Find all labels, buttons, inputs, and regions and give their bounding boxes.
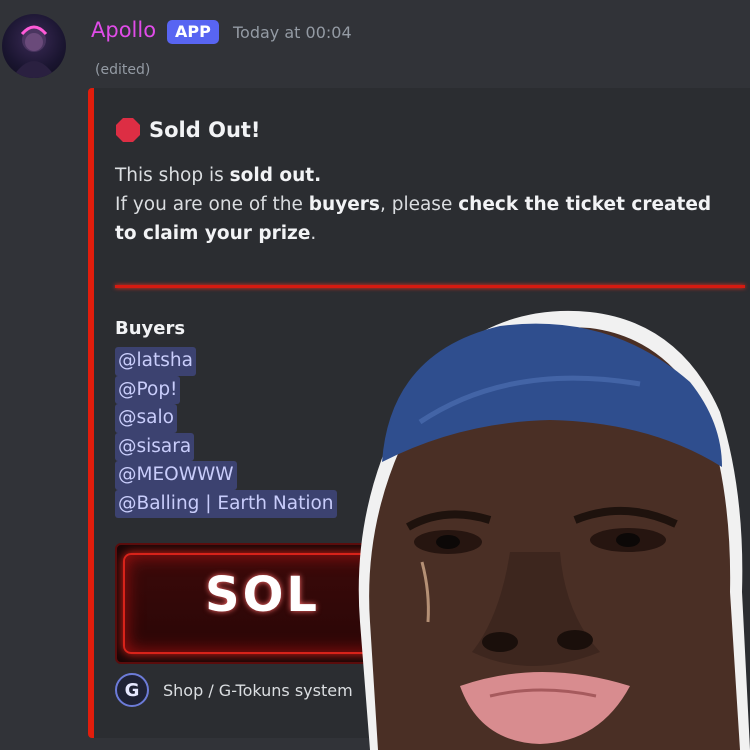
- user-mention[interactable]: @salo: [115, 404, 177, 433]
- shop-logo-icon: G: [115, 673, 149, 707]
- user-mention[interactable]: @MEOWWW: [115, 461, 237, 490]
- desc-text: .: [310, 223, 317, 244]
- buyers-list: @latsha @Pop! @salo @sisara @MEOWWW @Bal…: [115, 347, 337, 518]
- embed-title-text: Sold Out!: [149, 118, 261, 142]
- footer-text: Shop / G-Tokuns system: [163, 680, 353, 700]
- user-mention[interactable]: @sisara: [115, 432, 195, 461]
- crying-man-photo-overlay: [358, 310, 750, 750]
- stop-sign-icon: [116, 118, 140, 142]
- username[interactable]: Apollo: [91, 18, 156, 42]
- embed-title: Sold Out!: [115, 117, 261, 143]
- user-mention[interactable]: @Pop!: [115, 375, 181, 404]
- desc-text: If you are one of the: [115, 194, 309, 215]
- buyers-title: Buyers: [115, 318, 186, 339]
- user-mention[interactable]: @latsha: [115, 347, 196, 376]
- avatar[interactable]: [2, 14, 66, 78]
- embed-description: This shop is sold out. If you are one of…: [115, 161, 735, 248]
- embed-footer: G Shop / G-Tokuns system: [115, 673, 353, 707]
- app-badge: APP: [167, 20, 219, 44]
- desc-text: This shop is: [115, 165, 230, 186]
- user-mention[interactable]: @Balling | Earth Nation: [115, 489, 337, 518]
- desc-bold: buyers: [308, 194, 380, 215]
- timestamp[interactable]: Today at 00:04: [233, 23, 352, 42]
- divider: [115, 285, 745, 288]
- banner-text: SOL: [205, 567, 320, 623]
- desc-text: , please: [379, 194, 459, 215]
- edited-label: (edited): [95, 62, 151, 78]
- desc-bold: sold out.: [229, 165, 322, 186]
